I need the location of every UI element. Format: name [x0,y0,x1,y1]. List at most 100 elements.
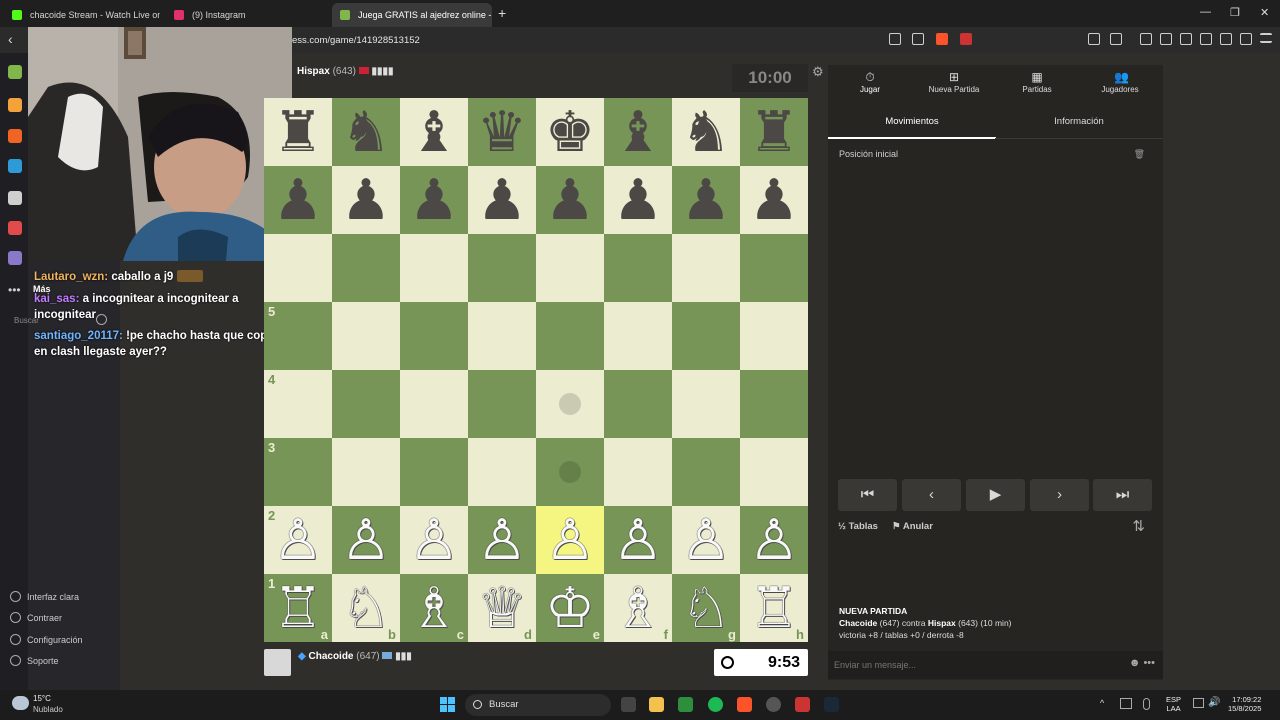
opponent-name[interactable]: Hispax (643) ▮▮▮▮ [297,66,394,77]
search-label[interactable]: Buscar [14,316,39,325]
white-piece[interactable]: ♗ [409,580,459,636]
previous-move-button[interactable]: ‹ [902,479,961,511]
weather-description[interactable]: Nublado [33,705,63,714]
menu-collapse[interactable]: Contraer [10,612,62,623]
board-square-b4[interactable] [332,370,400,438]
board-square-h5[interactable] [740,302,808,370]
board-square-d4[interactable] [468,370,536,438]
board-square-h6[interactable] [740,234,808,302]
window-close-icon[interactable]: ✕ [1260,6,1269,19]
flip-board-icon[interactable]: ⇅ [1132,517,1145,535]
board-square-e4[interactable] [536,370,604,438]
black-piece[interactable]: ♟ [409,172,459,228]
player-name[interactable]: ◆ Chacoide (647) ▮▮▮ [298,651,412,662]
white-piece[interactable]: ♗ [613,580,663,636]
black-piece[interactable]: ♟ [613,172,663,228]
board-square-b1[interactable]: ♘ b [332,574,400,642]
board-square-a7[interactable]: ♟ [264,166,332,234]
board-square-c7[interactable]: ♟ [400,166,468,234]
tab-instagram[interactable]: (9) Instagram [166,3,326,27]
chat-username[interactable]: Lautaro_wzn: [34,271,108,283]
board-square-d1[interactable]: ♕ d [468,574,536,642]
chess-board[interactable]: ♜ ♞ ♝ ♛ ♚ ♝ ♞ ♜ ♟ ♟ ♟ ♟ ♟ ♟ ♟ ♟ 5 4 3 ♙ 2 ♙ ♙ ♙ ♙ ♙ ♙ ♙ ♖ 1 a ♘ b ♗ c ♕ d ♔ e ♗… [264,98,808,642]
black-piece[interactable]: ♛ [477,104,527,160]
black-piece[interactable]: ♟ [545,172,595,228]
board-square-c1[interactable]: ♗ c [400,574,468,642]
white-piece[interactable]: ♕ [477,580,527,636]
obs-icon[interactable] [766,697,781,712]
nav-play[interactable]: ⏱ Jugar [828,65,912,105]
board-square-d3[interactable] [468,438,536,506]
clock[interactable]: 17:09:22 15/8/2025 [1228,695,1261,713]
player-avatar[interactable] [264,649,291,676]
menu-light-ui[interactable]: Interfaz clara [10,591,79,602]
extensions-icon[interactable] [1088,33,1100,45]
board-square-c8[interactable]: ♝ [400,98,468,166]
windows-start-icon[interactable] [440,697,455,712]
board-square-e5[interactable] [536,302,604,370]
board-square-f7[interactable]: ♟ [604,166,672,234]
board-square-f4[interactable] [604,370,672,438]
puzzles-icon[interactable] [8,129,22,143]
board-square-g3[interactable] [672,438,740,506]
black-piece[interactable]: ♚ [545,104,595,160]
white-piece[interactable]: ♙ [613,512,663,568]
volume-icon[interactable]: 🔊 [1208,697,1220,708]
board-square-f8[interactable]: ♝ [604,98,672,166]
tab-chess[interactable]: Juega GRATIS al ajedrez online - × [332,3,492,27]
board-square-f1[interactable]: ♗ f [604,574,672,642]
board-square-b2[interactable]: ♙ [332,506,400,574]
board-square-c3[interactable] [400,438,468,506]
chat-username[interactable]: santiago_20117: [34,330,123,342]
board-square-g7[interactable]: ♟ [672,166,740,234]
tab-moves[interactable]: Movimientos [828,107,996,139]
network-icon[interactable] [1120,698,1132,709]
taskbar-search[interactable]: Buscar [465,694,611,716]
board-square-a2[interactable]: ♙ 2 [264,506,332,574]
store-icon[interactable] [678,697,693,712]
white-piece[interactable]: ♙ [749,512,799,568]
board-square-a5[interactable]: 5 [264,302,332,370]
board-square-g2[interactable]: ♙ [672,506,740,574]
board-square-a4[interactable]: 4 [264,370,332,438]
chat-message-input[interactable] [834,657,1114,673]
board-square-a8[interactable]: ♜ [264,98,332,166]
board-square-b6[interactable] [332,234,400,302]
board-square-h1[interactable]: ♖ h [740,574,808,642]
menu-settings[interactable]: Configuración [10,634,83,645]
abort-button[interactable]: ⚑ Anular [892,521,933,532]
board-square-d2[interactable]: ♙ [468,506,536,574]
display-icon[interactable] [1193,698,1204,708]
black-piece[interactable]: ♟ [681,172,731,228]
spotify-icon[interactable] [708,697,723,712]
more-label[interactable]: Más [33,284,51,294]
board-square-c5[interactable] [400,302,468,370]
board-square-b8[interactable]: ♞ [332,98,400,166]
wallet-icon[interactable] [1110,33,1122,45]
white-piece[interactable]: ♙ [341,512,391,568]
board-square-g5[interactable] [672,302,740,370]
news-icon[interactable] [8,221,22,235]
back-arrow-icon[interactable]: ‹ [8,31,13,47]
tab-kick-stream[interactable]: chacoide Stream - Watch Live on [4,3,160,27]
black-piece[interactable]: ♞ [681,104,731,160]
music-icon[interactable] [1160,33,1172,45]
search-icon[interactable] [96,314,107,325]
last-move-button[interactable]: ⏭ [1093,479,1152,511]
sidebar-icon[interactable] [1180,33,1192,45]
board-square-h7[interactable]: ♟ [740,166,808,234]
white-piece[interactable]: ♙ [681,512,731,568]
board-square-h4[interactable] [740,370,808,438]
white-piece[interactable]: ♙ [545,512,595,568]
weather-temperature[interactable]: 15°C [33,694,51,703]
white-player[interactable]: Chacoide [839,618,877,628]
white-piece[interactable]: ♙ [477,512,527,568]
black-piece[interactable]: ♝ [409,104,459,160]
board-square-b5[interactable] [332,302,400,370]
nav-new-game[interactable]: ⊞ Nueva Partida [912,65,996,105]
address-bar[interactable]: ess.com/game/141928513152 [292,35,420,46]
white-piece[interactable]: ♘ [341,580,391,636]
social-icon[interactable] [8,251,22,265]
board-settings-gear-icon[interactable]: ⚙ [812,64,824,80]
chesscom-logo-icon[interactable] [8,65,22,79]
